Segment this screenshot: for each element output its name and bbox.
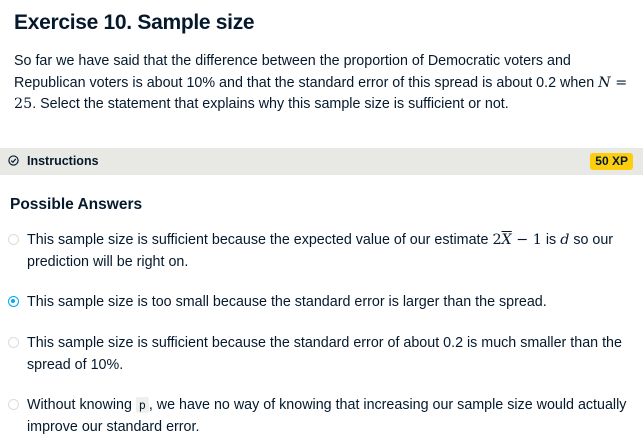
instructions-label: Instructions [27, 154, 99, 168]
radio-button[interactable] [8, 234, 19, 245]
math-expression: 2X − 1 [492, 232, 542, 248]
check-circle-icon [8, 155, 19, 166]
answer-option-3[interactable]: This sample size is sufficient because t… [8, 333, 628, 376]
instructions-bar[interactable]: Instructions 50 XP [0, 148, 643, 175]
radio-button[interactable] [8, 399, 19, 410]
answer-text: This sample size is sufficient because t… [27, 230, 628, 273]
description-text-1: So far we have said that the difference … [14, 53, 599, 91]
answer-text-part: Without knowing [27, 397, 136, 413]
answer-text-part: is [541, 232, 561, 248]
description-text-2: . Select the statement that explains why… [32, 96, 509, 112]
exercise-description: So far we have said that the difference … [14, 51, 629, 116]
answer-option-4[interactable]: Without knowing p, we have no way of kno… [8, 395, 628, 438]
exercise-title: Exercise 10. Sample size [14, 11, 255, 34]
math-variable: d [560, 232, 570, 248]
answer-option-2[interactable]: This sample size is too small because th… [8, 292, 628, 314]
possible-answers-heading: Possible Answers [10, 196, 143, 213]
answer-text: This sample size is too small because th… [27, 294, 547, 310]
inline-code: p [135, 397, 149, 413]
answer-text-part: This sample size is sufficient because t… [27, 232, 493, 248]
answer-text: Without knowing p, we have no way of kno… [27, 395, 628, 438]
radio-button-selected[interactable] [8, 296, 19, 307]
xp-badge: 50 XP [590, 153, 633, 170]
answer-option-1[interactable]: This sample size is sufficient because t… [8, 230, 628, 273]
answer-text: This sample size is sufficient because t… [27, 335, 622, 373]
radio-button[interactable] [8, 337, 19, 348]
